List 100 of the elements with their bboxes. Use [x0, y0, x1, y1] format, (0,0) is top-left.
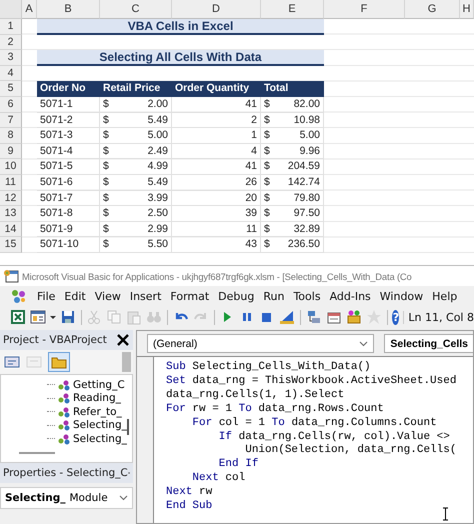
vba-icon [10, 288, 28, 304]
currency-symbol: $ [264, 206, 270, 221]
menu-item[interactable]: Insert [130, 290, 162, 302]
row-header[interactable]: 3 [0, 50, 22, 66]
table-cell: 4 [172, 144, 261, 160]
price-value: 5.49 [148, 112, 168, 128]
code-line: End If [218, 458, 260, 472]
column-header[interactable]: G [405, 0, 460, 19]
tree-item[interactable]: Selecting_ [73, 432, 127, 445]
currency-symbol: $ [264, 222, 270, 236]
row-header[interactable]: 1 [0, 19, 22, 35]
save-icon[interactable] [60, 309, 76, 325]
column-header[interactable]: F [324, 0, 405, 19]
code-line: Sub Selecting_Cells_With_Data() [166, 361, 372, 375]
table-header-cell: Order Quantity [172, 81, 261, 97]
view-code-icon[interactable] [4, 355, 20, 369]
row-header[interactable]: 12 [0, 190, 22, 206]
explorer-icon[interactable] [306, 309, 322, 325]
column-header[interactable]: A [22, 0, 37, 19]
currency-symbol: $ [264, 112, 270, 128]
row-header[interactable]: 13 [0, 206, 22, 222]
row-header[interactable]: 4 [0, 66, 22, 82]
table-cell: 41 [172, 96, 261, 113]
currency-symbol: $ [264, 96, 270, 112]
column-header[interactable]: C [100, 0, 172, 19]
menu-item[interactable]: Add-Ins [330, 290, 371, 302]
module-icon [57, 432, 71, 445]
row-header[interactable]: 6 [0, 96, 22, 113]
menu-item[interactable]: Edit [64, 290, 86, 302]
row-header[interactable]: 15 [0, 237, 22, 253]
currency-symbol: $ [103, 128, 109, 143]
row-header[interactable]: 10 [0, 159, 22, 175]
column-header[interactable]: D [172, 0, 261, 19]
code-line: data_rng.Cells(1, 1).Select [166, 388, 346, 403]
sheet-title: VBA Cells in Excel [37, 19, 324, 35]
menu-item[interactable]: View [94, 290, 121, 302]
toolbox-icon[interactable] [346, 309, 362, 325]
table-header-cell: Total [261, 81, 324, 97]
close-icon[interactable] [116, 333, 130, 347]
scrollbar-thumb[interactable] [19, 452, 55, 454]
tree-item[interactable]: Selecting_ [73, 419, 127, 432]
table-cell: 41 [172, 159, 261, 175]
table-cell: 5071-1 [37, 96, 100, 113]
currency-symbol: $ [103, 144, 109, 158]
row-header[interactable]: 11 [0, 174, 22, 191]
table-cell: 5071-8 [37, 206, 100, 222]
tree-item[interactable]: Reading_ [73, 392, 121, 404]
row-header[interactable]: 14 [0, 222, 22, 238]
price-value: 2.49 [148, 144, 168, 158]
procedure-dropdown[interactable]: Selecting_Cells [384, 334, 473, 353]
module-icon [57, 406, 71, 418]
ruler-icon[interactable] [279, 309, 296, 325]
currency-symbol: $ [103, 206, 109, 221]
tree-item[interactable]: Getting_C [73, 378, 125, 391]
menu-item[interactable]: Debug [218, 290, 254, 302]
table-cell: 5071-10 [37, 237, 100, 253]
total-value: 236.50 [288, 237, 320, 252]
toggle-folders-button[interactable] [48, 352, 70, 372]
row-header[interactable]: 2 [0, 34, 22, 50]
table-header-cell: Order No [37, 81, 100, 97]
currency-symbol: $ [264, 174, 270, 190]
currency-symbol: $ [103, 112, 109, 128]
column-header[interactable]: B [37, 0, 100, 19]
row-header[interactable]: 8 [0, 128, 22, 144]
code-line: Next col [191, 472, 246, 486]
table-cell: 5071-3 [37, 128, 100, 144]
table-cell: 26 [172, 174, 261, 191]
menu-item[interactable]: Window [380, 290, 424, 302]
menu-item[interactable]: Format [170, 290, 210, 302]
total-value: 5.00 [300, 128, 320, 143]
currency-symbol: $ [103, 190, 109, 206]
chevron-icon [359, 340, 368, 346]
currency-symbol: $ [264, 128, 270, 143]
table-cell: 43 [172, 237, 261, 253]
code-editor[interactable] [154, 357, 473, 523]
text-cursor-icon [442, 507, 449, 521]
total-value: 10.98 [294, 112, 320, 128]
total-value: 79.80 [294, 190, 320, 206]
menu-item[interactable]: File [37, 290, 56, 302]
form-icon[interactable] [30, 309, 46, 325]
help-button[interactable]: ? [392, 310, 400, 324]
scrollbar-thumb[interactable] [127, 419, 129, 435]
code-line: Union(Selection, data_rng.Cells( [244, 444, 458, 458]
price-value: 4.99 [148, 159, 168, 174]
menu-item[interactable]: Help [432, 290, 458, 302]
menu-item[interactable]: Tools [293, 290, 321, 302]
menu-item[interactable]: Run [263, 290, 284, 302]
app-icon [3, 269, 19, 283]
table-cell: 5071-5 [37, 159, 100, 175]
scrollbar-thumb[interactable] [122, 352, 131, 372]
spreadsheet-icon[interactable] [10, 309, 26, 325]
row-header[interactable]: 9 [0, 144, 22, 160]
object-dropdown[interactable]: (General) [147, 334, 374, 353]
row-header[interactable]: 5 [0, 81, 22, 97]
tree-item[interactable]: Refer_to_ [73, 406, 122, 418]
column-header[interactable]: E [261, 0, 324, 19]
column-header[interactable]: H [460, 0, 474, 19]
row-header[interactable]: 7 [0, 112, 22, 128]
object-dropdown[interactable]: Selecting_ Module [0, 487, 133, 509]
currency-symbol: $ [103, 96, 109, 112]
